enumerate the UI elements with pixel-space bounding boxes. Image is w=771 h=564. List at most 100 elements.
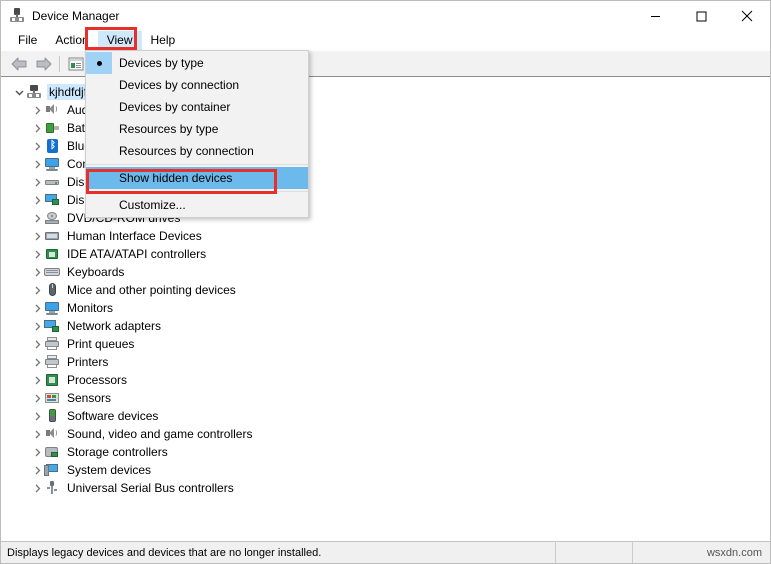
device-manager-icon [9, 8, 25, 24]
tree-item-keyboards[interactable]: Keyboards [6, 263, 765, 281]
disk-drive-icon [44, 174, 60, 190]
menu-item-view[interactable]: View [97, 31, 142, 50]
minimize-button[interactable] [632, 1, 678, 31]
menu-gutter [86, 140, 112, 162]
monitor-icon [44, 300, 60, 316]
network-adapter-icon [44, 318, 60, 334]
chevron-right-icon[interactable] [30, 445, 44, 459]
sensor-icon [44, 390, 60, 406]
menu-option-devices-by-connection[interactable]: Devices by connection [86, 74, 308, 96]
computer-icon [26, 84, 42, 100]
menu-item-help[interactable]: Help [142, 31, 185, 50]
chevron-right-icon[interactable] [30, 247, 44, 261]
menu-item-action[interactable]: Action [46, 31, 97, 50]
tree-item-software-devices[interactable]: Software devices [6, 407, 765, 425]
tree-item-printers[interactable]: Printers [6, 353, 765, 371]
printer-icon [44, 336, 60, 352]
tree-item-print-queues[interactable]: Print queues [6, 335, 765, 353]
chevron-right-icon[interactable] [30, 103, 44, 117]
printer-icon [44, 354, 60, 370]
battery-icon [44, 120, 60, 136]
chevron-right-icon[interactable] [30, 337, 44, 351]
tree-item-label: IDE ATA/ATAPI controllers [67, 247, 207, 261]
window-controls [632, 1, 770, 31]
menu-option-devices-by-type[interactable]: Devices by type [86, 52, 308, 74]
tree-item-label: Software devices [67, 409, 159, 423]
chevron-right-icon[interactable] [30, 373, 44, 387]
menu-gutter [86, 118, 112, 140]
maximize-button[interactable] [678, 1, 724, 31]
software-device-icon [44, 408, 60, 424]
view-dropdown-menu[interactable]: Devices by type Devices by connection De… [85, 50, 309, 218]
menu-option-customize[interactable]: Customize... [86, 194, 308, 216]
chevron-right-icon[interactable] [30, 481, 44, 495]
bluetooth-icon: ᛒ [44, 138, 60, 154]
chevron-right-icon[interactable] [30, 463, 44, 477]
menu-option-resources-by-connection[interactable]: Resources by connection [86, 140, 308, 162]
tree-item-usb-controllers[interactable]: Universal Serial Bus controllers [6, 479, 765, 497]
forward-button[interactable] [31, 53, 55, 75]
chevron-down-icon[interactable] [12, 85, 26, 99]
chevron-right-icon[interactable] [30, 391, 44, 405]
menu-option-label: Resources by type [119, 122, 219, 136]
chevron-right-icon[interactable] [30, 229, 44, 243]
chevron-right-icon[interactable] [30, 301, 44, 315]
mouse-icon [44, 282, 60, 298]
menu-gutter [86, 167, 112, 189]
chevron-right-icon[interactable] [30, 355, 44, 369]
tree-item-label: Monitors [67, 301, 114, 315]
menu-item-file[interactable]: File [9, 31, 46, 50]
tree-item-hid[interactable]: Human Interface Devices [6, 227, 765, 245]
speaker-icon [44, 426, 60, 442]
chevron-right-icon[interactable] [30, 319, 44, 333]
monitor-icon [44, 156, 60, 172]
close-button[interactable] [724, 1, 770, 31]
menu-option-label: Show hidden devices [119, 171, 233, 185]
tree-item-storage-controllers[interactable]: Storage controllers [6, 443, 765, 461]
tree-item-sound-controllers[interactable]: Sound, video and game controllers [6, 425, 765, 443]
title-bar: Device Manager [1, 1, 770, 31]
system-device-icon [44, 462, 60, 478]
chevron-right-icon[interactable] [30, 211, 44, 225]
processor-icon [44, 372, 60, 388]
menu-option-label: Customize... [119, 198, 186, 212]
tree-item-label: Sensors [67, 391, 112, 405]
tree-item-label: Sound, video and game controllers [67, 427, 253, 441]
tree-item-label: Network adapters [67, 319, 162, 333]
tree-item-monitors[interactable]: Monitors [6, 299, 765, 317]
chevron-right-icon[interactable] [30, 427, 44, 441]
tree-item-mice[interactable]: Mice and other pointing devices [6, 281, 765, 299]
chevron-right-icon[interactable] [30, 193, 44, 207]
tree-item-label: System devices [67, 463, 152, 477]
toolbar-separator [59, 55, 60, 72]
back-button[interactable] [7, 53, 31, 75]
status-message-pane: Displays legacy devices and devices that… [1, 542, 556, 563]
chevron-right-icon[interactable] [30, 139, 44, 153]
menu-separator [86, 164, 308, 165]
hid-icon [44, 228, 60, 244]
menu-gutter [86, 96, 112, 118]
menu-option-label: Resources by connection [119, 144, 254, 158]
tree-item-processors[interactable]: Processors [6, 371, 765, 389]
tree-root-label: kjhdfdjf [47, 84, 90, 100]
chevron-right-icon[interactable] [30, 409, 44, 423]
tree-item-ide-controllers[interactable]: IDE ATA/ATAPI controllers [6, 245, 765, 263]
menu-option-devices-by-container[interactable]: Devices by container [86, 96, 308, 118]
chevron-right-icon[interactable] [30, 121, 44, 135]
menu-option-show-hidden-devices[interactable]: Show hidden devices [86, 167, 308, 189]
chevron-right-icon[interactable] [30, 175, 44, 189]
status-message: Displays legacy devices and devices that… [7, 546, 322, 559]
tree-item-network-adapters[interactable]: Network adapters [6, 317, 765, 335]
tree-item-sensors[interactable]: Sensors [6, 389, 765, 407]
chevron-right-icon[interactable] [30, 265, 44, 279]
chevron-right-icon[interactable] [30, 283, 44, 297]
tree-item-system-devices[interactable]: System devices [6, 461, 765, 479]
device-manager-window: Device Manager File Action View Help kjh… [0, 0, 771, 564]
tree-item-label: Universal Serial Bus controllers [67, 481, 234, 495]
chevron-right-icon[interactable] [30, 157, 44, 171]
menu-separator [86, 191, 308, 192]
menu-option-resources-by-type[interactable]: Resources by type [86, 118, 308, 140]
menu-gutter [86, 194, 112, 216]
tree-item-label: Processors [67, 373, 128, 387]
speaker-icon [44, 102, 60, 118]
